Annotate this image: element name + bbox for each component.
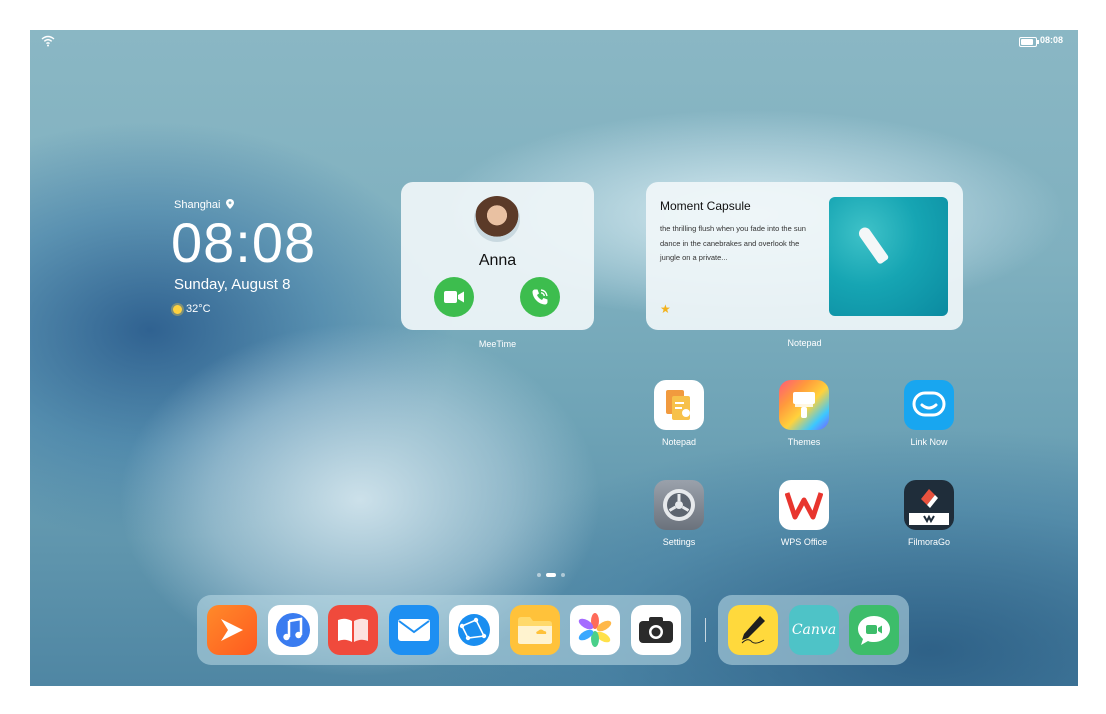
video-camera-icon xyxy=(444,291,464,303)
app-wps-office[interactable]: WPS Office xyxy=(764,480,844,547)
settings-icon xyxy=(654,480,704,530)
app-notepad[interactable]: Notepad xyxy=(639,380,719,447)
notes-pen-icon[interactable] xyxy=(728,605,778,655)
note-photo xyxy=(829,197,948,316)
wps-office-icon xyxy=(779,480,829,530)
app-label: Notepad xyxy=(661,437,697,447)
books-icon[interactable] xyxy=(328,605,378,655)
sun-icon xyxy=(173,304,182,314)
dock xyxy=(197,595,691,665)
home-screen: 08:08 Shanghai 08:08 Sunday, August 8 32… xyxy=(30,30,1078,686)
app-label: Themes xyxy=(787,437,821,447)
wifi-icon xyxy=(41,35,55,47)
camera-icon[interactable] xyxy=(631,605,681,655)
page-indicator[interactable] xyxy=(537,573,565,577)
star-icon: ★ xyxy=(660,302,671,316)
meetime-icon[interactable] xyxy=(849,605,899,655)
music-icon[interactable] xyxy=(268,605,318,655)
files-icon[interactable] xyxy=(510,605,560,655)
canva-icon[interactable]: Canva xyxy=(789,605,839,655)
notepad-icon xyxy=(654,380,704,430)
phone-icon xyxy=(532,289,548,305)
page-dot-active[interactable] xyxy=(546,573,556,577)
note-preview: the thrilling flush when you fade into t… xyxy=(660,224,806,262)
weather-info[interactable]: 32°C xyxy=(173,303,211,315)
filmorago-icon xyxy=(904,480,954,530)
notepad-widget[interactable]: Moment Capsule the thrilling flush when … xyxy=(646,182,963,330)
page-dot[interactable] xyxy=(537,573,541,577)
voice-call-button[interactable] xyxy=(520,277,560,317)
app-label: Settings xyxy=(662,537,696,547)
app-themes[interactable]: Themes xyxy=(764,380,844,447)
themes-icon xyxy=(779,380,829,430)
dock-divider xyxy=(705,618,706,642)
app-label: WPS Office xyxy=(780,537,828,547)
page-dot[interactable] xyxy=(561,573,565,577)
video-icon[interactable] xyxy=(207,605,257,655)
battery-icon xyxy=(1019,37,1039,47)
app-settings[interactable]: Settings xyxy=(639,480,719,547)
meetime-widget[interactable]: Anna xyxy=(401,182,594,330)
dock-recent-apps: Canva xyxy=(718,595,909,665)
contact-name: Anna xyxy=(478,252,517,269)
app-label: FilmoraGo xyxy=(907,537,950,547)
status-time: 08:08 xyxy=(1040,35,1064,45)
contact-avatar xyxy=(474,196,520,242)
temperature: 32°C xyxy=(186,303,211,315)
app-filmorago[interactable]: FilmoraGo xyxy=(889,480,969,547)
gallery-icon[interactable] xyxy=(570,605,620,655)
video-call-button[interactable] xyxy=(434,277,474,317)
app-link-now[interactable]: Link Now xyxy=(889,380,969,447)
boat-image xyxy=(856,225,890,265)
email-icon[interactable] xyxy=(389,605,439,655)
clock-date: Sunday, August 8 xyxy=(174,276,291,293)
clock-time[interactable]: 08:08 xyxy=(171,210,316,275)
notepad-widget-label: Notepad xyxy=(787,338,822,348)
link-now-icon xyxy=(904,380,954,430)
app-label: Link Now xyxy=(910,437,948,447)
browser-icon[interactable] xyxy=(449,605,499,655)
note-title: Moment Capsule xyxy=(660,199,751,213)
meetime-widget-label: MeeTime xyxy=(478,339,517,349)
location-pin-icon xyxy=(225,199,234,209)
canva-logo-text: Canva xyxy=(791,622,837,638)
